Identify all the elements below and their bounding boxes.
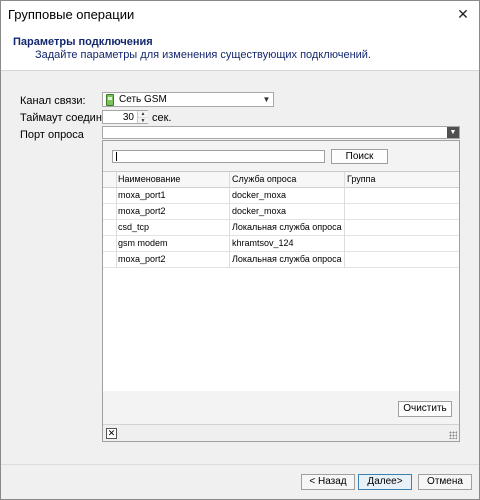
cell-service: docker_moxa — [232, 206, 287, 216]
table-row[interactable]: moxa_port2 Локальная служба опроса — [103, 252, 459, 268]
table-row[interactable]: moxa_port2 docker_moxa — [103, 204, 459, 220]
cell-service: khramtsov_124 — [232, 238, 294, 248]
channel-label: Канал связи: — [20, 95, 86, 107]
cell-name: moxa_port1 — [118, 190, 166, 200]
cancel-button[interactable]: Отмена — [418, 474, 472, 490]
chevron-down-icon[interactable]: ▼ — [447, 127, 459, 138]
close-popup-icon[interactable]: ✕ — [106, 428, 117, 439]
dialog-window: Групповые операции ✕ Параметры подключен… — [0, 0, 480, 500]
column-divider — [229, 172, 230, 268]
table-header-row: Наименование Служба опроса Группа — [103, 172, 459, 188]
cell-service: Локальная служба опроса — [232, 254, 342, 264]
channel-select[interactable]: Сеть GSM ▼ — [102, 92, 274, 107]
port-label: Порт опроса — [20, 129, 84, 141]
timeout-unit: сек. — [152, 112, 172, 124]
table-row[interactable]: csd_tcp Локальная служба опроса — [103, 220, 459, 236]
port-dropdown-popup: Поиск Наименование Служба опроса Группа … — [102, 140, 460, 442]
row-indicator — [103, 188, 117, 203]
popup-footer: ✕ — [103, 424, 459, 441]
ports-table: Наименование Служба опроса Группа moxa_p… — [103, 171, 459, 391]
cell-name: gsm modem — [118, 238, 168, 248]
timeout-stepper[interactable]: 30 ▲ ▼ — [102, 110, 148, 124]
cell-service: Локальная служба опроса — [232, 222, 342, 232]
next-button[interactable]: Далее> — [358, 474, 412, 490]
footer-divider — [1, 464, 479, 465]
channel-value: Сеть GSM — [119, 94, 167, 105]
gsm-phone-icon — [106, 94, 114, 106]
stepper-down-icon[interactable]: ▼ — [138, 117, 148, 124]
row-indicator — [103, 236, 117, 251]
chevron-down-icon[interactable]: ▼ — [261, 94, 272, 105]
timeout-value: 30 — [122, 112, 134, 123]
cell-service: docker_moxa — [232, 190, 287, 200]
page-title: Параметры подключения — [13, 36, 153, 48]
resize-grip-icon[interactable] — [449, 431, 457, 439]
wizard-header: Параметры подключения Задайте параметры … — [1, 29, 479, 71]
column-divider — [344, 172, 345, 268]
column-header-group[interactable]: Группа — [347, 174, 376, 184]
text-caret — [116, 152, 117, 161]
stepper-buttons: ▲ ▼ — [137, 111, 148, 124]
column-header-service[interactable]: Служба опроса — [232, 174, 296, 184]
row-indicator — [103, 252, 117, 267]
row-indicator — [103, 204, 117, 219]
back-button[interactable]: < Назад — [301, 474, 355, 490]
table-row[interactable]: moxa_port1 docker_moxa — [103, 188, 459, 204]
title-bar: Групповые операции ✕ — [1, 1, 479, 29]
close-icon[interactable]: ✕ — [455, 6, 471, 22]
column-header-name[interactable]: Наименование — [118, 174, 180, 184]
search-input[interactable] — [112, 150, 325, 163]
cell-name: csd_tcp — [118, 222, 150, 232]
window-title: Групповые операции — [8, 7, 135, 22]
search-button[interactable]: Поиск — [331, 149, 388, 164]
cell-name: moxa_port2 — [118, 206, 166, 216]
table-row[interactable]: gsm modem khramtsov_124 — [103, 236, 459, 252]
row-indicator — [103, 172, 117, 187]
row-indicator — [103, 220, 117, 235]
page-subtitle: Задайте параметры для изменения существу… — [35, 49, 371, 61]
port-select[interactable]: ▼ — [102, 126, 460, 139]
cell-name: moxa_port2 — [118, 254, 166, 264]
clear-button[interactable]: Очистить — [398, 401, 452, 417]
